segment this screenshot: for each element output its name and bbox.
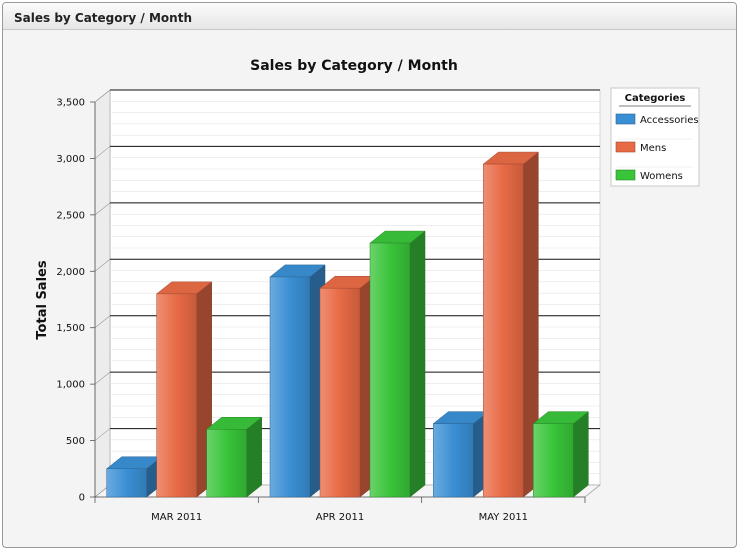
y-tick-label: 1,500: [56, 323, 85, 334]
bar-side: [409, 230, 426, 498]
bar: [319, 287, 361, 498]
bar: [369, 242, 411, 498]
legend-item-label: Mens: [640, 143, 666, 154]
bar-side: [246, 416, 262, 498]
y-tick-label: 0: [79, 493, 85, 504]
bar: [269, 276, 311, 498]
y-tick-label: 1,000: [56, 380, 85, 391]
legend-swatch: [615, 141, 636, 153]
legend-swatch: [615, 169, 636, 181]
x-tick-label: APR 2011: [316, 512, 364, 523]
y-tick-label: 3,000: [56, 154, 85, 165]
legend-item-label: Accessories: [640, 115, 699, 126]
bar: [156, 293, 197, 498]
legend-swatch: [615, 113, 636, 125]
bar-side: [573, 411, 589, 498]
bar: [106, 468, 147, 498]
legend-title: Categories: [625, 93, 686, 104]
y-tick-label: 2,500: [56, 210, 85, 221]
y-tick-label: 500: [66, 436, 85, 447]
chart-title: Sales by Category / Month: [250, 58, 458, 74]
y-axis-label: Total Sales: [35, 260, 50, 339]
side-wall: [94, 89, 111, 498]
x-tick-label: MAR 2011: [151, 512, 202, 523]
bar: [433, 423, 474, 498]
y-tick-label: 2,000: [56, 267, 85, 278]
legend-item-label: Womens: [640, 171, 683, 182]
bar: [533, 423, 574, 498]
x-tick-label: MAY 2011: [479, 512, 528, 523]
y-tick-label: 3,500: [56, 98, 85, 109]
bar: [206, 429, 247, 498]
sales-chart: Sales by Category / Month 0 500 1,000 1,500 2…: [35, 58, 700, 523]
bar: [483, 163, 524, 498]
